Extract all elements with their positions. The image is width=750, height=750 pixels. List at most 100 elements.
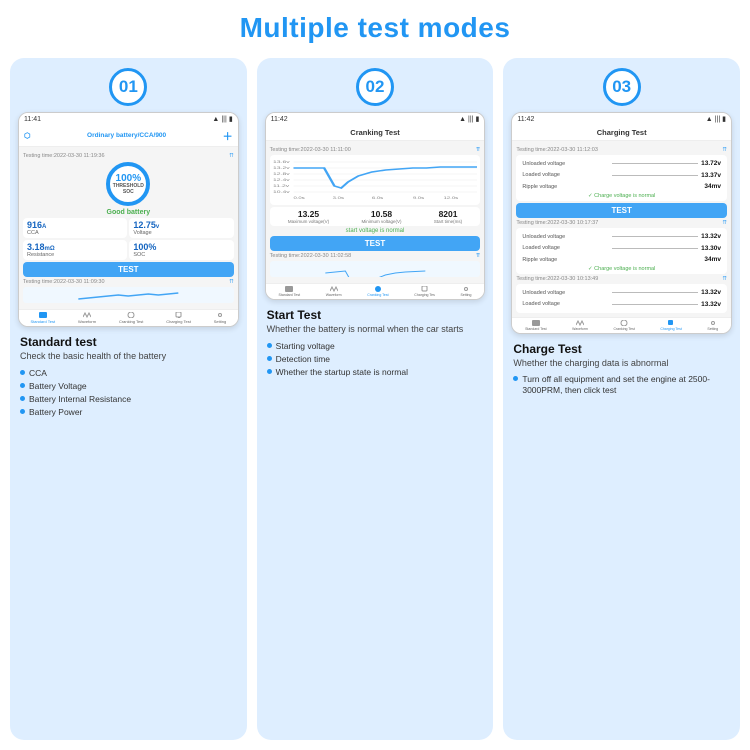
charge-row-unloaded: Unloaded voltage 13.72v	[519, 159, 724, 169]
test-btn-3[interactable]: TEST	[516, 203, 727, 218]
charge-line-h1-2	[612, 248, 698, 249]
phone-1-body: Testing time:2022-03-30 11:19:36 ⇈ 100% …	[19, 147, 238, 309]
phone-1-time2: Testing time:2022-03-30 11:09:30 ⇈	[23, 279, 234, 285]
nav-setting[interactable]: Setting	[214, 312, 226, 324]
card-2-title: Start Test	[267, 308, 484, 322]
charge-lbl-h2-loaded: Loaded voltage	[522, 301, 608, 307]
signal-icon-2: |||	[468, 116, 473, 123]
small-chart-2	[270, 261, 481, 277]
phone-1-header: ⬡ Ordinary battery/CCA/900 ＋	[19, 125, 238, 147]
phone-2-status-icons: ▲ ||| ▮	[459, 115, 479, 123]
stat-soc: 100% SOC	[129, 240, 233, 260]
charge-row-loaded: Loaded voltage 13.37v	[519, 170, 724, 180]
bullet-dot	[267, 343, 272, 348]
share-icon-6[interactable]: ⇈	[722, 220, 727, 226]
share-icon-3[interactable]: ⇈	[476, 147, 481, 153]
cranking-test-icon-3	[620, 320, 628, 326]
test-btn-1[interactable]: TEST	[23, 262, 234, 277]
battery-icon-2: ▮	[475, 115, 479, 123]
cstat-min-label: Minimum voltage(V)	[362, 219, 402, 224]
card-3-phone: 11:42 ▲ ||| ▮ Charging Test Testing time…	[511, 112, 732, 334]
bullet-1-3: Battery Power	[20, 406, 237, 419]
nav-standard-test[interactable]: Standard Test	[30, 312, 55, 324]
bullet-2-0: Starting voltage	[267, 340, 484, 353]
nav3-standard-test[interactable]: Standard Test	[525, 320, 547, 331]
nav-charging-test[interactable]: Charging Test	[166, 312, 191, 324]
card-3-number: 03	[603, 68, 641, 106]
card-2-phone: 11:42 ▲ ||| ▮ Cranking Test Testing time…	[265, 112, 486, 300]
battery-sublabel: THRESHOLD SOC	[110, 184, 146, 195]
card-3-bullets: Turn off all equipment and set the engin…	[513, 373, 730, 397]
setting-icon-3	[709, 320, 717, 326]
stat-resistance: 3.18mΩ Resistance	[23, 240, 127, 260]
svg-text:6.0s: 6.0s	[372, 196, 384, 200]
nav2-cranking-test[interactable]: Cranking Test	[367, 286, 388, 297]
share-icon-4[interactable]: ⇈	[476, 253, 481, 259]
share-icon-5[interactable]: ⇈	[722, 147, 727, 153]
charge-val-unloaded: 13.72v	[701, 160, 721, 167]
card-1-phone: 11:41 ▲ ||| ▮ ⬡ Ordinary battery/CCA/900…	[18, 112, 239, 327]
phone-1-header-label: Ordinary battery/CCA/900	[87, 132, 166, 139]
test-btn-2[interactable]: TEST	[270, 236, 481, 251]
bluetooth-icon: ⬡	[24, 131, 31, 140]
card-3-subtitle: Whether the charging data is abnormal	[513, 358, 730, 370]
charge-lbl-unloaded: Unloaded voltage	[522, 161, 608, 167]
nav-cranking-test[interactable]: Cranking Test	[119, 312, 143, 324]
share-icon[interactable]: ⇈	[229, 153, 234, 159]
charge-val-ripple: 34mv	[704, 183, 721, 190]
phone-3-status: 11:42 ▲ ||| ▮	[512, 113, 731, 125]
cards-row: 01 11:41 ▲ ||| ▮ ⬡ Ordinary battery/CCA/…	[10, 58, 740, 740]
stat-voltage-label: Voltage	[133, 230, 229, 236]
charge-line-2	[612, 175, 698, 176]
cstat-max: 13.25 Maximum voltage(V)	[288, 209, 329, 224]
charge-row-h2-loaded: Loaded voltage 13.32v	[519, 299, 724, 309]
card-2-desc: Start Test Whether the battery is normal…	[265, 308, 486, 379]
phone-3-time: 11:42	[517, 116, 534, 123]
card-2-subtitle: Whether the battery is normal when the c…	[267, 324, 484, 336]
charge-normal-2: ✓ Charge voltage is normal	[519, 266, 724, 272]
waveform-icon-3	[576, 320, 584, 326]
nav3-charging-test[interactable]: Charging Test	[660, 320, 682, 331]
nav2-standard-test[interactable]: Standard Test	[279, 286, 301, 297]
charge-row-h2-unloaded: Unloaded voltage 13.32v	[519, 288, 724, 298]
phone-2-time: 11:42	[271, 116, 288, 123]
nav-waveform[interactable]: Waveform	[78, 312, 96, 324]
bullet-dot	[20, 396, 25, 401]
stat-cca-label: CCA	[27, 230, 123, 236]
nav2-charging-test[interactable]: Charging Tes	[414, 286, 435, 297]
card-1-bullets: CCA Battery Voltage Battery Internal Res…	[20, 367, 237, 419]
svg-text:12.0s: 12.0s	[443, 196, 458, 200]
nav3-cranking-test[interactable]: Cranking Test	[613, 320, 634, 331]
card-1-subtitle: Check the basic health of the battery	[20, 351, 237, 363]
charge-lbl-h1-unloaded: Unloaded voltage	[522, 234, 608, 240]
phone-3-header: Charging Test	[512, 125, 731, 141]
signal-icon-3: |||	[715, 116, 720, 123]
card-1-number: 01	[109, 68, 147, 106]
wifi-icon-2: ▲	[459, 116, 466, 123]
nav2-waveform[interactable]: Waveform	[326, 286, 342, 297]
add-icon[interactable]: ＋	[223, 128, 233, 143]
standard-test-icon-3	[532, 320, 540, 326]
bullet-2-2: Whether the startup state is normal	[267, 366, 484, 379]
card-1-title: Standard test	[20, 335, 237, 349]
stat-voltage-unit: v	[156, 224, 159, 230]
stat-cca-unit: A	[42, 224, 46, 230]
svg-text:13.6v: 13.6v	[273, 160, 290, 164]
phone-3-nav: Standard Test Waveform Cranking Test Cha…	[512, 317, 731, 333]
standard-test-icon	[39, 312, 47, 318]
good-battery-label: Good battery	[23, 209, 234, 216]
phone-1-nav: Standard Test Waveform Cranking Test	[19, 309, 238, 326]
bullet-1-1: Battery Voltage	[20, 380, 237, 393]
nav3-setting[interactable]: Setting	[707, 320, 718, 331]
stat-soc-label: SOC	[133, 252, 229, 258]
nav3-waveform[interactable]: Waveform	[572, 320, 588, 331]
stat-voltage-val: 12.75v	[133, 220, 159, 230]
standard-test-icon-2	[285, 286, 293, 292]
phone-2-status: 11:42 ▲ ||| ▮	[266, 113, 485, 125]
charge-val-h1-unloaded: 13.32v	[701, 233, 721, 240]
nav2-setting[interactable]: Setting	[461, 286, 472, 297]
charge-val-h2-unloaded: 13.32v	[701, 289, 721, 296]
bullet-2-1: Detection time	[267, 353, 484, 366]
share-icon-2[interactable]: ⇈	[229, 279, 234, 285]
share-icon-7[interactable]: ⇈	[722, 276, 727, 282]
